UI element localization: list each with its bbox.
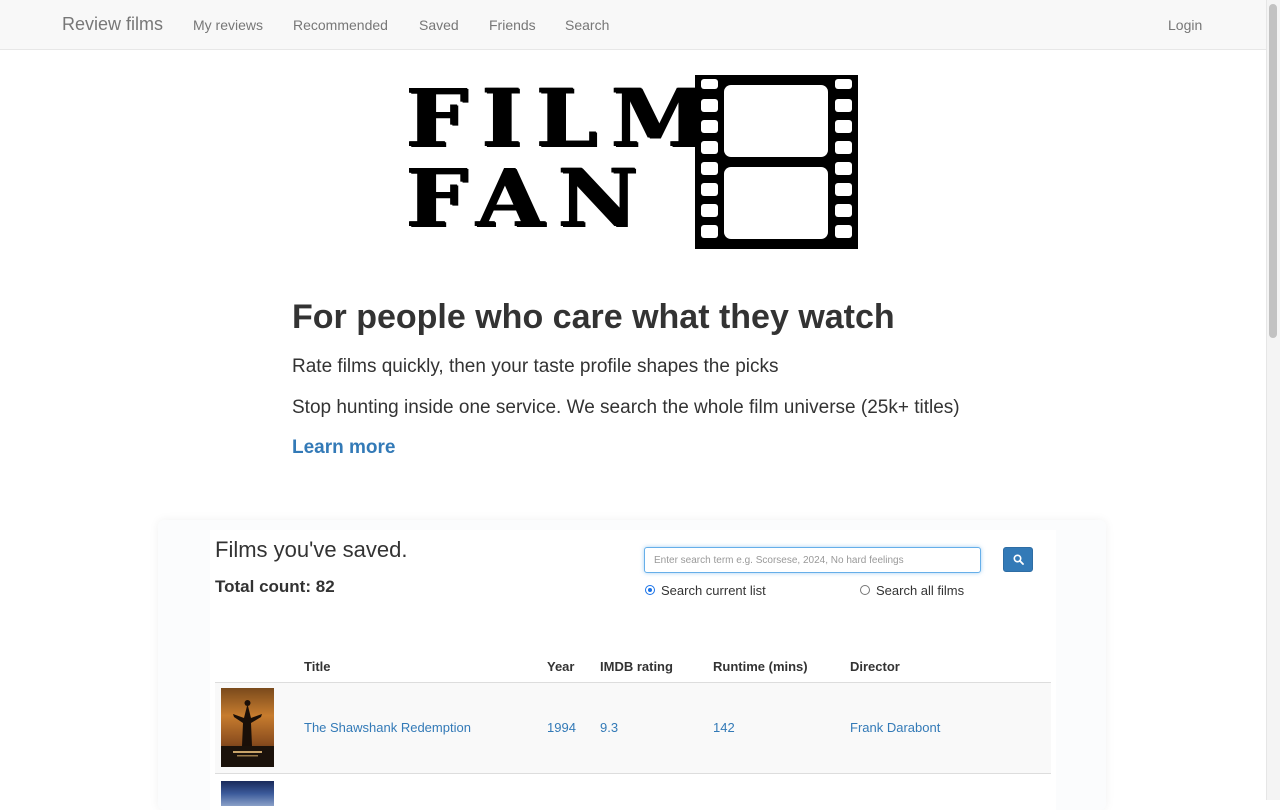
logo-word-film: FILM bbox=[406, 71, 722, 165]
radio-search-current[interactable] bbox=[645, 585, 655, 595]
saved-title: Films you've saved. bbox=[215, 537, 408, 562]
col-runtime[interactable]: Runtime (mins) bbox=[713, 659, 808, 674]
logo-word-fan: FAN bbox=[406, 151, 652, 245]
film-poster[interactable] bbox=[221, 781, 274, 806]
total-count-label: Total count: bbox=[215, 577, 311, 596]
radio-search-current-label[interactable]: Search current list bbox=[661, 583, 766, 598]
row-year-link[interactable]: 1994 bbox=[547, 720, 576, 735]
nav-recommended[interactable]: Recommended bbox=[293, 17, 388, 33]
poster-figure-icon bbox=[221, 700, 274, 767]
search-input[interactable] bbox=[644, 547, 981, 573]
row-imdb-link[interactable]: 9.3 bbox=[600, 720, 618, 735]
radio-search-all-label[interactable]: Search all films bbox=[876, 583, 964, 598]
top-navbar: Review films My reviews Recommended Save… bbox=[0, 0, 1266, 50]
total-count: Total count: 82 bbox=[215, 577, 335, 597]
film-poster[interactable] bbox=[221, 688, 274, 767]
hero-line-rate: Rate films quickly, then your taste prof… bbox=[292, 356, 779, 377]
scrollbar-thumb[interactable] bbox=[1269, 4, 1277, 338]
nav-friends[interactable]: Friends bbox=[489, 17, 536, 33]
col-director[interactable]: Director bbox=[850, 659, 900, 674]
nav-my-reviews[interactable]: My reviews bbox=[193, 17, 263, 33]
col-year[interactable]: Year bbox=[547, 659, 574, 674]
film-strip-icon bbox=[695, 75, 858, 249]
login-link[interactable]: Login bbox=[1168, 17, 1202, 33]
col-imdb-rating[interactable]: IMDB rating bbox=[600, 659, 673, 674]
row-director-link[interactable]: Frank Darabont bbox=[850, 720, 940, 735]
search-icon bbox=[1013, 554, 1024, 565]
search-button[interactable] bbox=[1003, 547, 1033, 572]
hero-title: For people who care what they watch bbox=[292, 298, 895, 336]
film-fan-logo: FILM FAN bbox=[406, 72, 860, 252]
hero-line-search: Stop hunting inside one service. We sear… bbox=[292, 397, 960, 418]
col-title[interactable]: Title bbox=[304, 659, 331, 674]
row-runtime-link[interactable]: 142 bbox=[713, 720, 735, 735]
total-count-value: 82 bbox=[315, 577, 335, 596]
nav-search[interactable]: Search bbox=[565, 17, 609, 33]
brand-link[interactable]: Review films bbox=[62, 14, 163, 35]
learn-more-link[interactable]: Learn more bbox=[292, 437, 395, 459]
radio-search-all[interactable] bbox=[860, 585, 870, 595]
nav-saved[interactable]: Saved bbox=[419, 17, 459, 33]
row-title-link[interactable]: The Shawshank Redemption bbox=[304, 720, 471, 735]
